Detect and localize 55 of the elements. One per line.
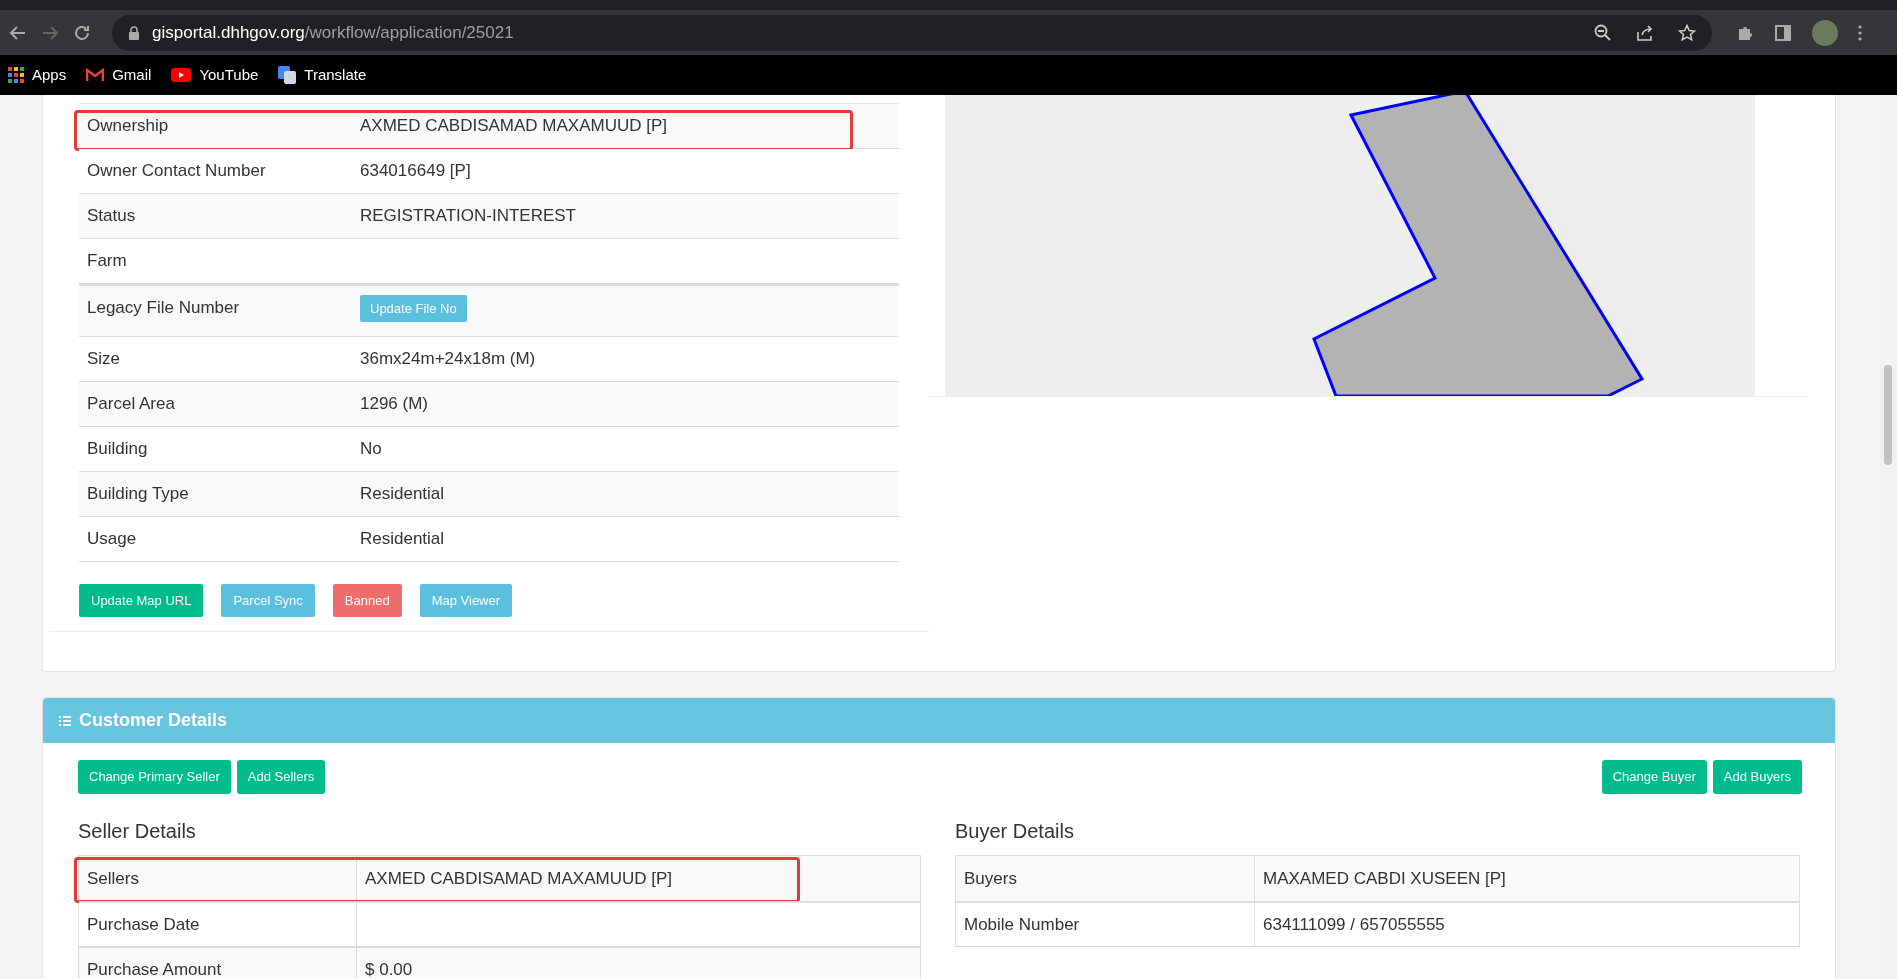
bookmark-link[interactable]: YouTube (199, 63, 259, 87)
row-label: Parcel Area (86, 393, 176, 416)
lock-icon (128, 25, 140, 40)
star-icon[interactable] (1678, 23, 1696, 42)
row-value: MAXAMED CABDI XUSEEN [P] (1263, 867, 1506, 890)
row-label: Size (86, 348, 122, 371)
action-button[interactable]: Change Primary Seller (78, 760, 231, 794)
action-button[interactable]: Add Sellers (236, 760, 326, 794)
bookmark-link[interactable]: Apps (32, 63, 67, 87)
mail-icon (86, 68, 105, 82)
row-label: Legacy File Number (86, 297, 241, 319)
list-icon (59, 714, 71, 727)
row-value: Residential (360, 529, 445, 549)
apps-grid-icon (8, 67, 24, 83)
avatar[interactable] (1812, 19, 1838, 46)
row-value: 634111099 / 657055555 (1263, 913, 1445, 936)
side-panel-icon[interactable] (1774, 23, 1792, 42)
section-heading: Buyer Details (955, 819, 1075, 844)
action-button[interactable]: Banned (332, 584, 402, 617)
row-value: No (360, 439, 382, 459)
address-bar[interactable]: gisportal.dhhgov.org/workflow/application/25021 (112, 14, 1712, 51)
zoom-out-icon[interactable] (1594, 23, 1612, 42)
action-button[interactable]: Add Buyers (1712, 760, 1802, 794)
row-label: Farm (86, 250, 128, 273)
row-value: 634016649 [P] (360, 161, 471, 181)
row-value: $ 0.00 (365, 958, 413, 979)
action-button[interactable]: Change Buyer (1601, 760, 1707, 794)
update-file-button[interactable]: Update File No (360, 295, 467, 322)
row-label: Owner Contact Number (86, 160, 267, 183)
action-button[interactable]: Map Viewer (419, 584, 513, 617)
translate-icon (278, 66, 297, 84)
row-value: AXMED CABDISAMAD MAXAMUUD [P] (360, 116, 667, 136)
share-icon[interactable] (1636, 23, 1654, 42)
page-url: gisportal.dhhgov.org/workflow/application/25021 (152, 21, 514, 44)
menu-icon[interactable] (1858, 24, 1862, 41)
row-label: Ownership (86, 115, 170, 138)
row-label: Status (86, 205, 137, 228)
action-button[interactable]: Parcel Sync (221, 584, 315, 617)
section-heading: Seller Details (78, 819, 197, 844)
row-label: Mobile Number (956, 903, 1255, 946)
play-icon (171, 68, 192, 82)
row-label: Building Type (86, 483, 190, 506)
row-value: REGISTRATION-INTEREST (360, 206, 576, 226)
bookmark-link[interactable]: Translate (304, 63, 367, 87)
row-value: 36mx24m+24x18m (M) (360, 349, 536, 369)
row-label: Building (86, 438, 149, 461)
scrollbar-thumb[interactable] (1884, 365, 1892, 465)
row-label: Usage (86, 528, 138, 551)
row-label: Purchase Amount (79, 948, 357, 979)
bookmark-link[interactable]: Gmail (112, 63, 152, 87)
panel-title: Customer Details (79, 709, 228, 732)
row-value: 1296 (M) (360, 394, 429, 414)
row-value: Residential (360, 484, 445, 504)
action-button[interactable]: Update Map URL (79, 584, 204, 617)
row-value: AXMED CABDISAMAD MAXAMUUD [P] (365, 867, 672, 890)
